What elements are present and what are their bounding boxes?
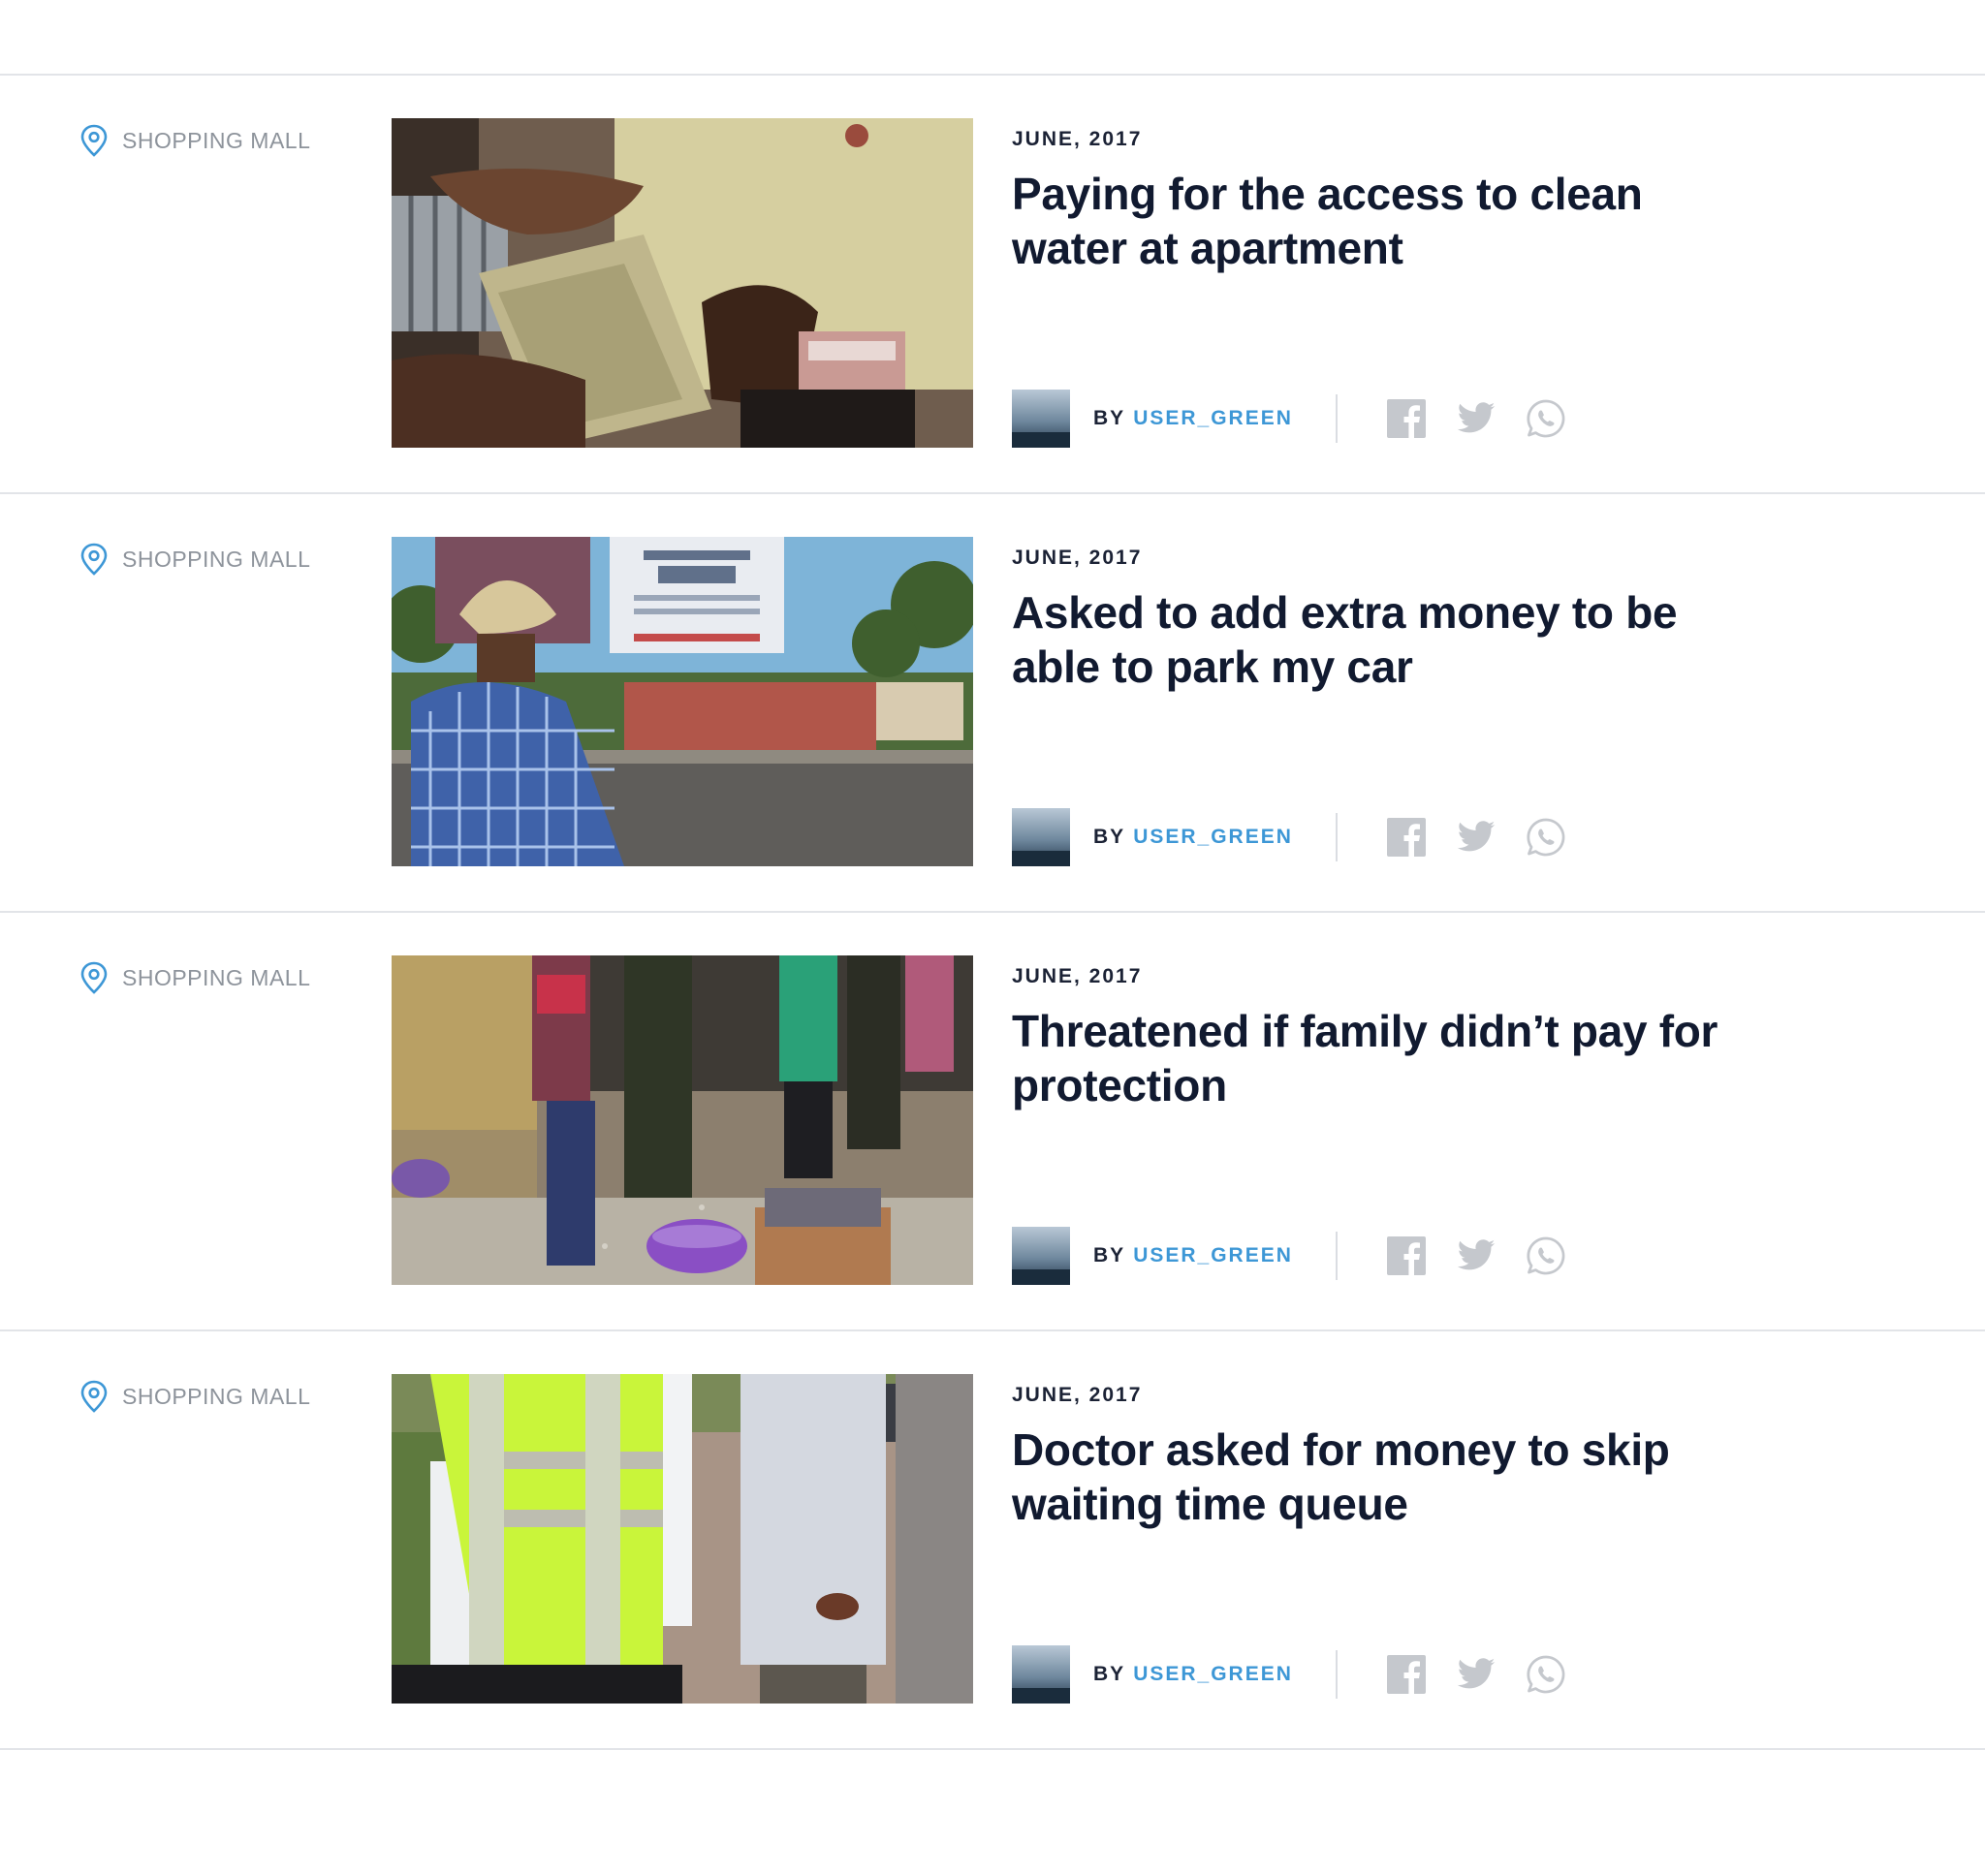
location-label: SHOPPING MALL	[122, 964, 311, 990]
facebook-icon	[1386, 399, 1426, 438]
byline-divider	[1335, 1650, 1338, 1699]
story-meta: JUNE, 2017 Paying for the access to clea…	[1012, 118, 1807, 448]
whatsapp-icon	[1527, 399, 1565, 438]
location-tag[interactable]: SHOPPING MALL	[79, 124, 310, 157]
facebook-share-button[interactable]	[1386, 1235, 1427, 1276]
by-label: BY	[1093, 407, 1126, 429]
byline-divider	[1335, 394, 1338, 443]
byline-divider	[1335, 813, 1338, 861]
story-date: JUNE, 2017	[1012, 128, 1143, 150]
story-image[interactable]	[392, 118, 973, 448]
by-label: BY	[1093, 826, 1126, 848]
story-meta: JUNE, 2017 Threatened if family didn’t p…	[1012, 955, 1807, 1285]
story-card: SHOPPING MALL	[0, 913, 1985, 1331]
byline: BY USER_GREEN	[1012, 390, 1595, 448]
story-image[interactable]	[392, 537, 973, 866]
whatsapp-icon	[1527, 818, 1565, 857]
author-link[interactable]: USER_GREEN	[1133, 1663, 1293, 1686]
story-title[interactable]: Paying for the access to clean water at …	[1012, 167, 1768, 275]
location-label: SHOPPING MALL	[122, 127, 311, 153]
twitter-icon	[1457, 821, 1496, 852]
twitter-icon	[1457, 1658, 1496, 1689]
story-title[interactable]: Threatened if family didn’t pay for prot…	[1012, 1004, 1768, 1112]
story-feed: SHOPPING MALL JUNE, 2017 Paying for the …	[0, 74, 1985, 1750]
location-label: SHOPPING MALL	[122, 546, 311, 572]
location-pin-icon	[80, 124, 108, 157]
story-meta: JUNE, 2017 Asked to add extra money to b…	[1012, 537, 1807, 866]
story-date: JUNE, 2017	[1012, 547, 1143, 569]
story-date: JUNE, 2017	[1012, 1384, 1143, 1406]
whatsapp-share-button[interactable]	[1526, 817, 1566, 858]
facebook-share-button[interactable]	[1386, 398, 1427, 439]
twitter-share-button[interactable]	[1456, 817, 1497, 858]
avatar[interactable]	[1012, 1645, 1070, 1704]
author-link[interactable]: USER_GREEN	[1133, 407, 1293, 430]
whatsapp-share-button[interactable]	[1526, 1235, 1566, 1276]
twitter-share-button[interactable]	[1456, 1654, 1497, 1695]
author-link[interactable]: USER_GREEN	[1133, 826, 1293, 849]
location-pin-icon	[80, 543, 108, 576]
whatsapp-share-button[interactable]	[1526, 398, 1566, 439]
whatsapp-icon	[1527, 1236, 1565, 1275]
location-tag[interactable]: SHOPPING MALL	[79, 1380, 310, 1413]
story-meta: JUNE, 2017 Doctor asked for money to ski…	[1012, 1374, 1807, 1704]
whatsapp-icon	[1527, 1655, 1565, 1694]
location-pin-icon	[80, 1380, 108, 1413]
story-title[interactable]: Doctor asked for money to skip waiting t…	[1012, 1423, 1768, 1531]
story-photo	[392, 537, 973, 866]
byline: BY USER_GREEN	[1012, 1227, 1595, 1285]
byline: BY USER_GREEN	[1012, 808, 1595, 866]
avatar[interactable]	[1012, 390, 1070, 448]
twitter-share-button[interactable]	[1456, 1235, 1497, 1276]
whatsapp-share-button[interactable]	[1526, 1654, 1566, 1695]
location-tag[interactable]: SHOPPING MALL	[79, 961, 310, 994]
facebook-share-button[interactable]	[1386, 1654, 1427, 1695]
story-date: JUNE, 2017	[1012, 965, 1143, 987]
avatar[interactable]	[1012, 1227, 1070, 1285]
facebook-icon	[1386, 818, 1426, 857]
location-pin-icon	[80, 961, 108, 994]
story-card: SHOPPING MALL	[0, 494, 1985, 913]
by-label: BY	[1093, 1663, 1126, 1685]
facebook-icon	[1386, 1236, 1426, 1275]
story-image[interactable]	[392, 1374, 973, 1704]
twitter-icon	[1457, 1239, 1496, 1270]
author-link[interactable]: USER_GREEN	[1133, 1244, 1293, 1267]
story-photo	[392, 118, 973, 448]
story-card: SHOPPING MALL	[0, 1331, 1985, 1750]
location-tag[interactable]: SHOPPING MALL	[79, 543, 310, 576]
story-image[interactable]	[392, 955, 973, 1285]
twitter-icon	[1457, 402, 1496, 433]
byline-divider	[1335, 1232, 1338, 1280]
story-card: SHOPPING MALL	[0, 76, 1985, 494]
story-title[interactable]: Asked to add extra money to be able to p…	[1012, 585, 1768, 694]
story-photo	[392, 955, 973, 1285]
by-label: BY	[1093, 1244, 1126, 1266]
story-photo	[392, 1374, 973, 1704]
facebook-share-button[interactable]	[1386, 817, 1427, 858]
byline: BY USER_GREEN	[1012, 1645, 1595, 1704]
facebook-icon	[1386, 1655, 1426, 1694]
avatar[interactable]	[1012, 808, 1070, 866]
location-label: SHOPPING MALL	[122, 1383, 311, 1409]
twitter-share-button[interactable]	[1456, 398, 1497, 439]
